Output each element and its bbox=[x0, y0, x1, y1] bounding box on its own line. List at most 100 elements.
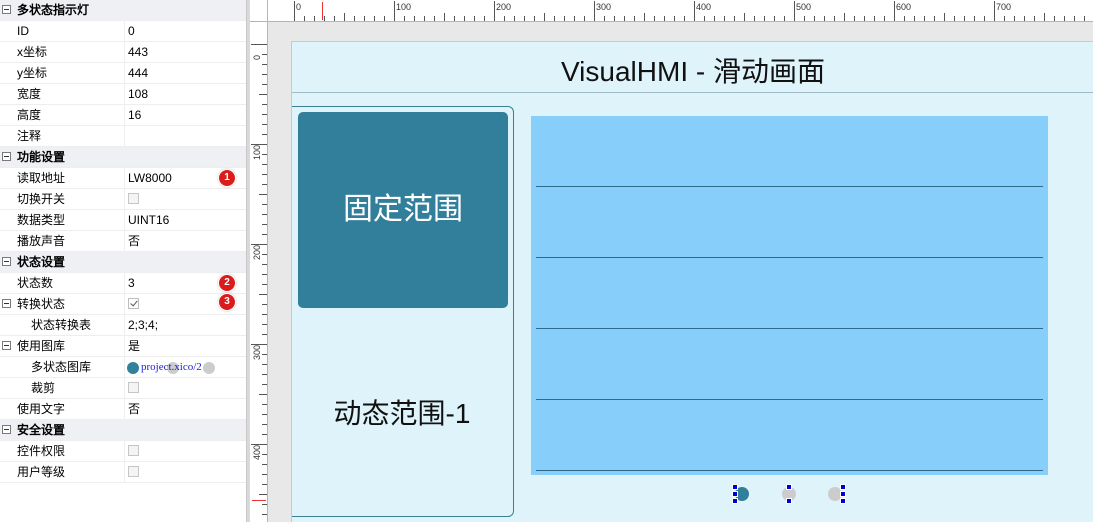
ruler-tick bbox=[394, 1, 395, 21]
ruler-tick bbox=[262, 304, 267, 305]
property-value[interactable] bbox=[124, 378, 246, 398]
design-canvas[interactable]: 0 100 200 300 400 500 600 700 0 100 200 300 400 Vis… bbox=[250, 0, 1093, 522]
property-row-toggle-switch[interactable]: 切换开关 bbox=[0, 189, 246, 210]
hmi-screen[interactable]: VisualHMI - 滑动画面 固定范围 动态范围-1 bbox=[291, 41, 1093, 522]
horizontal-ruler: 0 100 200 300 400 500 600 700 bbox=[250, 0, 1093, 22]
property-row-convert-state[interactable]: 转换状态 3 bbox=[0, 294, 246, 315]
property-row-comment[interactable]: 注释 bbox=[0, 126, 246, 147]
ruler-tick bbox=[314, 16, 315, 21]
selection-handle[interactable] bbox=[732, 498, 738, 504]
ruler-label: 0 bbox=[296, 2, 302, 12]
ruler-tick bbox=[574, 16, 575, 21]
ruler-tick bbox=[944, 13, 945, 21]
toggle-switch-checkbox[interactable] bbox=[128, 193, 139, 205]
category-state-settings[interactable]: 状态设置 bbox=[0, 252, 246, 273]
ruler-tick bbox=[304, 16, 305, 21]
ruler-label: 0 bbox=[252, 54, 262, 60]
property-label: 用户等级 bbox=[17, 465, 66, 479]
property-row-state-table[interactable]: 状态转换表 2;3;4; bbox=[0, 315, 246, 336]
property-value[interactable]: 108 bbox=[124, 84, 246, 104]
property-value[interactable] bbox=[124, 441, 246, 461]
list-widget[interactable] bbox=[531, 116, 1048, 475]
property-row-data-type[interactable]: 数据类型 UINT16 bbox=[0, 210, 246, 231]
screen-title[interactable]: VisualHMI - 滑动画面 bbox=[292, 42, 1093, 93]
property-label: x坐标 bbox=[17, 45, 48, 59]
crop-checkbox[interactable] bbox=[128, 382, 139, 394]
ruler-tick bbox=[262, 224, 267, 225]
property-value[interactable]: 443 bbox=[124, 42, 246, 62]
control-permission-checkbox[interactable] bbox=[128, 445, 139, 457]
property-row-read-address[interactable]: 读取地址 LW8000 1 bbox=[0, 168, 246, 189]
ruler-tick bbox=[934, 16, 935, 21]
property-row-x[interactable]: x坐标 443 bbox=[0, 42, 246, 63]
ruler-tick bbox=[874, 16, 875, 21]
property-value[interactable]: UINT16 bbox=[124, 210, 246, 230]
property-row-play-sound[interactable]: 播放声音 否 bbox=[0, 231, 246, 252]
ruler-tick bbox=[744, 13, 745, 21]
ruler-label: 200 bbox=[252, 244, 262, 260]
selection-handle[interactable] bbox=[840, 484, 846, 490]
user-level-checkbox[interactable] bbox=[128, 466, 139, 478]
property-value[interactable]: 0 bbox=[124, 21, 246, 41]
category-security-settings[interactable]: 安全设置 bbox=[0, 420, 246, 441]
property-value[interactable]: 444 bbox=[124, 63, 246, 83]
ruler-tick bbox=[604, 16, 605, 21]
convert-state-checkbox[interactable] bbox=[128, 298, 139, 310]
selection-handle[interactable] bbox=[732, 484, 738, 490]
property-value[interactable]: 2;3;4; bbox=[124, 315, 246, 335]
dynamic-area-label[interactable]: 动态范围-1 bbox=[312, 392, 492, 432]
property-row-state-count[interactable]: 状态数 3 2 bbox=[0, 273, 246, 294]
ruler-label: 400 bbox=[696, 2, 712, 12]
ruler-tick bbox=[1064, 16, 1065, 21]
property-row-id[interactable]: ID 0 bbox=[0, 21, 246, 42]
ruler-tick bbox=[584, 16, 585, 21]
property-value[interactable]: 是 bbox=[124, 336, 246, 356]
property-value[interactable] bbox=[124, 462, 246, 482]
ruler-tick bbox=[1004, 16, 1005, 21]
property-row-use-library[interactable]: 使用图库 是 bbox=[0, 336, 246, 357]
property-value[interactable]: 否 bbox=[124, 399, 246, 419]
property-row-y[interactable]: y坐标 444 bbox=[0, 63, 246, 84]
ruler-tick bbox=[354, 16, 355, 21]
ruler-tick bbox=[414, 16, 415, 21]
ruler-tick bbox=[262, 204, 267, 205]
ruler-tick bbox=[644, 13, 645, 21]
property-row-user-level[interactable]: 用户等级 bbox=[0, 462, 246, 483]
ruler-tick bbox=[634, 16, 635, 21]
list-separator bbox=[536, 257, 1043, 258]
property-row-crop[interactable]: 裁剪 bbox=[0, 378, 246, 399]
ruler-tick bbox=[544, 13, 545, 21]
ruler-tick bbox=[262, 334, 267, 335]
property-label: 注释 bbox=[17, 129, 42, 143]
ruler-label: 700 bbox=[996, 2, 1012, 12]
ruler-tick bbox=[1084, 16, 1085, 21]
selection-handle[interactable] bbox=[732, 491, 738, 497]
annotation-badge-3: 3 bbox=[219, 294, 235, 310]
selection-handle[interactable] bbox=[786, 484, 792, 490]
ruler-tick bbox=[774, 16, 775, 21]
ruler-tick bbox=[334, 16, 335, 21]
property-row-height[interactable]: 高度 16 bbox=[0, 105, 246, 126]
selection-handle[interactable] bbox=[786, 498, 792, 504]
property-value[interactable]: 否 bbox=[124, 231, 246, 251]
fixed-area-panel[interactable]: 固定范围 bbox=[298, 112, 508, 308]
property-value[interactable] bbox=[124, 189, 246, 209]
property-row-width[interactable]: 宽度 108 bbox=[0, 84, 246, 105]
ruler-corner bbox=[250, 0, 268, 22]
ruler-tick bbox=[262, 434, 267, 435]
property-value[interactable]: 16 bbox=[124, 105, 246, 125]
property-value[interactable] bbox=[124, 126, 246, 146]
selection-handle[interactable] bbox=[840, 498, 846, 504]
ruler-tick bbox=[564, 16, 565, 21]
ruler-tick bbox=[844, 13, 845, 21]
category-multistate-light[interactable]: 多状态指示灯 bbox=[0, 0, 246, 21]
category-function-settings[interactable]: 功能设置 bbox=[0, 147, 246, 168]
property-row-use-text[interactable]: 使用文字 否 bbox=[0, 399, 246, 420]
ruler-tick bbox=[262, 384, 267, 385]
property-row-control-permission[interactable]: 控件权限 bbox=[0, 441, 246, 462]
ruler-tick bbox=[984, 16, 985, 21]
property-label: 切换开关 bbox=[17, 192, 66, 206]
selection-handle[interactable] bbox=[840, 491, 846, 497]
property-row-multistate-library[interactable]: 多状态图库 project.xico/2 bbox=[0, 357, 246, 378]
ruler-tick bbox=[262, 84, 267, 85]
